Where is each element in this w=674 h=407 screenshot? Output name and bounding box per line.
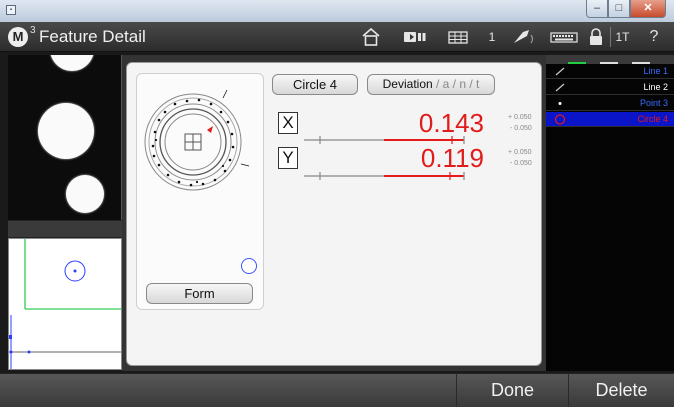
part-view[interactable] xyxy=(8,238,122,370)
axis-x-tol-plus: + 0.050 xyxy=(508,114,532,121)
form-button[interactable]: Form xyxy=(146,283,253,304)
deviation-mode-button[interactable]: Deviation / a / n / t xyxy=(367,74,495,95)
form-graph-panel xyxy=(136,73,264,310)
lock-icon[interactable] xyxy=(586,27,606,47)
feature-list-header xyxy=(546,55,674,64)
feature-list-item-circle-4[interactable]: Circle 4 xyxy=(546,112,674,127)
probe-icon[interactable] xyxy=(508,27,538,47)
circle-feature-icon[interactable] xyxy=(241,258,257,274)
line-icon xyxy=(555,67,565,76)
app-logo: M xyxy=(8,27,28,47)
feature-list-item-line-1[interactable]: Line 1 xyxy=(546,64,674,79)
minimize-button[interactable]: – xyxy=(586,0,608,18)
feature-list-label: Circle 4 xyxy=(637,114,668,124)
deviation-options: / a / n / t xyxy=(432,77,480,91)
app-logo-superscript: 3 xyxy=(30,25,36,36)
axis-y-tol-plus: + 0.050 xyxy=(508,149,532,156)
camera-feature-blob xyxy=(66,175,104,213)
app-window: ▪ – □ ✕ M 3 Feature Detail 1 1T ? Form C… xyxy=(0,0,674,407)
home-icon[interactable] xyxy=(356,27,386,47)
mode-indicator[interactable]: 1T xyxy=(610,27,634,47)
camera-feature-blob xyxy=(50,55,94,71)
keyboard-icon[interactable] xyxy=(548,27,580,47)
axis-y-deviation-bar xyxy=(304,172,465,180)
feature-name-button[interactable]: Circle 4 xyxy=(272,74,358,95)
feature-list-item-line-2[interactable]: Line 2 xyxy=(546,80,674,95)
line-icon xyxy=(555,83,565,92)
point-icon xyxy=(558,102,562,105)
video-record-icon[interactable] xyxy=(400,27,430,47)
feature-list-label: Line 1 xyxy=(643,66,668,76)
delete-button[interactable]: Delete xyxy=(568,373,674,407)
window-controls: – □ ✕ xyxy=(586,0,666,19)
count-indicator: 1 xyxy=(488,30,496,44)
help-button[interactable]: ? xyxy=(644,27,664,47)
axis-y-tol-minus: - 0.050 xyxy=(510,160,532,167)
feature-list-label: Point 3 xyxy=(639,98,668,108)
axis-y-label: Y xyxy=(278,147,298,169)
app-window-icon: ▪ xyxy=(6,5,16,15)
window-caption: ▪ – □ ✕ xyxy=(0,0,674,22)
circularity-plot xyxy=(144,89,250,191)
page-title: Feature Detail xyxy=(39,27,146,46)
deviation-label: Deviation xyxy=(382,77,433,91)
camera-view[interactable] xyxy=(8,55,122,220)
axis-x-tol-minus: - 0.050 xyxy=(510,125,532,132)
maximize-button[interactable]: □ xyxy=(608,0,630,18)
done-button[interactable]: Done xyxy=(456,373,568,407)
circle-icon xyxy=(554,114,566,125)
view-splitter[interactable] xyxy=(8,220,122,238)
table-view-icon[interactable] xyxy=(444,27,472,47)
feature-list-item-point-3[interactable]: Point 3 xyxy=(546,96,674,111)
axis-x-label: X xyxy=(278,112,298,134)
camera-feature-blob xyxy=(38,103,94,159)
close-button[interactable]: ✕ xyxy=(630,0,666,18)
app-header: M 3 Feature Detail 1 1T ? xyxy=(0,22,674,52)
feature-list-label: Line 2 xyxy=(643,82,668,92)
